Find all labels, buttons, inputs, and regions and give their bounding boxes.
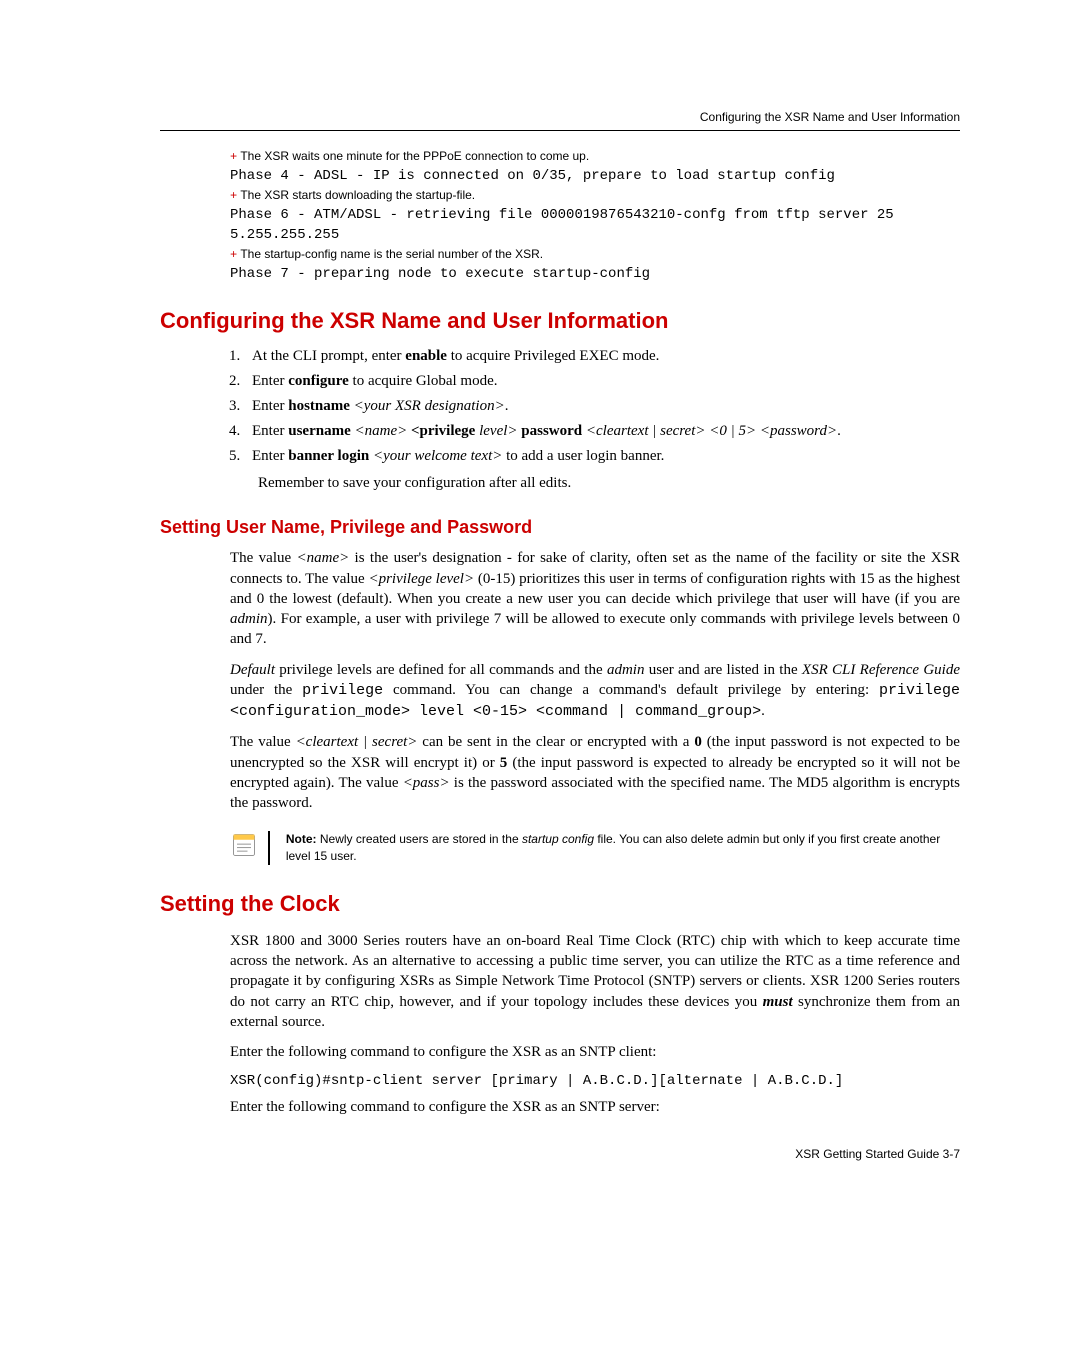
code-line: 5.255.255.255 <box>230 227 960 243</box>
annot-text: The XSR waits one minute for the PPPoE c… <box>240 149 589 163</box>
body-italic: <name> <box>296 550 349 566</box>
page-footer: XSR Getting Started Guide 3-7 <box>160 1147 960 1161</box>
body-mono: privilege <box>302 682 383 699</box>
body-text: user and are listed in the <box>644 662 801 678</box>
step-bold: password <box>521 423 582 439</box>
code-line: Phase 4 - ADSL - IP is connected on 0/35… <box>230 168 960 184</box>
note-label: Note: <box>286 832 317 846</box>
step-text: to acquire Privileged EXEC mode. <box>447 348 659 364</box>
step-bold: <privilege <box>411 423 475 439</box>
body-text: . <box>761 703 765 719</box>
paragraph: XSR 1800 and 3000 Series routers have an… <box>230 931 960 1032</box>
step-5: Enter banner login <your welcome text> t… <box>244 448 960 465</box>
step-italic: <your welcome text> <box>369 448 502 464</box>
annot-line: + The XSR starts downloading the startup… <box>230 188 960 203</box>
paragraph: Default privilege levels are defined for… <box>230 660 960 723</box>
annot-text: The startup-config name is the serial nu… <box>240 247 543 261</box>
preamble-block: + The XSR waits one minute for the PPPoE… <box>230 149 960 282</box>
annot-line: + The startup-config name is the serial … <box>230 247 960 262</box>
body-text: The value <box>230 550 296 566</box>
step-text: . <box>837 423 841 439</box>
step-4: Enter username <name> <privilege level> … <box>244 423 960 440</box>
body-italic: Default <box>230 662 275 678</box>
step-2: Enter configure to acquire Global mode. <box>244 373 960 390</box>
note-box: Note: Newly created users are stored in … <box>230 831 960 865</box>
note-text: Note: Newly created users are stored in … <box>280 831 960 865</box>
step-3: Enter hostname <your XSR designation>. <box>244 398 960 415</box>
body-text: command. You can change a command's defa… <box>383 682 879 698</box>
body-text: ). For example, a user with privilege 7 … <box>230 611 960 647</box>
note-icon <box>230 831 258 859</box>
body-italic: <cleartext | secret> <box>296 734 418 750</box>
step-italic: <name> <box>351 423 411 439</box>
paragraph: Enter the following command to configure… <box>230 1042 960 1062</box>
body-bold: 0 <box>694 734 702 750</box>
step-bold: banner login <box>288 448 369 464</box>
step-text: to add a user login banner. <box>502 448 664 464</box>
note-body: Newly created users are stored in the <box>317 832 522 846</box>
body-text: under the <box>230 682 302 698</box>
header-rule <box>160 130 960 131</box>
step-bold: hostname <box>288 398 350 414</box>
step-text: Enter <box>252 373 288 389</box>
body-text: can be sent in the clear or encrypted wi… <box>417 734 694 750</box>
step-italic: level> <box>475 423 521 439</box>
step-text: Enter <box>252 398 288 414</box>
remember-line: Remember to save your configuration afte… <box>258 473 960 493</box>
paragraph: The value <cleartext | secret> can be se… <box>230 732 960 813</box>
clock-section: XSR 1800 and 3000 Series routers have an… <box>230 931 960 1118</box>
body-italic: <privilege level> <box>368 571 474 587</box>
code-line: Phase 6 - ATM/ADSL - retrieving file 000… <box>230 207 960 223</box>
heading-setting-user: Setting User Name, Privilege and Passwor… <box>160 517 960 538</box>
note-italic: startup config <box>522 832 594 846</box>
page: Configuring the XSR Name and User Inform… <box>0 0 1080 1221</box>
annot-text: The XSR starts downloading the startup-f… <box>240 188 475 202</box>
plus-icon: + <box>230 248 237 262</box>
paragraph: Enter the following command to configure… <box>230 1097 960 1117</box>
step-italic: <cleartext | secret> <0 | 5> <password> <box>582 423 837 439</box>
step-text: . <box>505 398 509 414</box>
step-1: At the CLI prompt, enter enable to acqui… <box>244 348 960 365</box>
body-italic: admin <box>230 611 268 627</box>
step-text: At the CLI prompt, enter <box>252 348 405 364</box>
step-text: Enter <box>252 423 288 439</box>
body-italic: XSR CLI Reference Guide <box>802 662 960 678</box>
body-italic: admin <box>607 662 645 678</box>
heading-configuring: Configuring the XSR Name and User Inform… <box>160 308 960 334</box>
body-text: privilege levels are defined for all com… <box>275 662 607 678</box>
plus-icon: + <box>230 150 237 164</box>
code-line: XSR(config)#sntp-client server [primary … <box>230 1072 960 1091</box>
annot-line: + The XSR waits one minute for the PPPoE… <box>230 149 960 164</box>
body-section: The value <name> is the user's designati… <box>230 548 960 813</box>
step-bold: enable <box>405 348 447 364</box>
code-line: Phase 7 - preparing node to execute star… <box>230 266 960 282</box>
step-bold: configure <box>288 373 349 389</box>
plus-icon: + <box>230 189 237 203</box>
body-italic: <pass> <box>403 775 450 791</box>
note-divider <box>268 831 270 865</box>
step-text: Enter <box>252 448 288 464</box>
header-right: Configuring the XSR Name and User Inform… <box>160 110 960 124</box>
step-italic: <your XSR designation> <box>350 398 505 414</box>
steps-list: At the CLI prompt, enter enable to acqui… <box>230 348 960 465</box>
body-bolditalic: must <box>763 994 793 1010</box>
body-text: The value <box>230 734 296 750</box>
paragraph: The value <name> is the user's designati… <box>230 548 960 649</box>
step-bold: username <box>288 423 351 439</box>
step-text: to acquire Global mode. <box>349 373 498 389</box>
heading-setting-clock: Setting the Clock <box>160 891 960 917</box>
